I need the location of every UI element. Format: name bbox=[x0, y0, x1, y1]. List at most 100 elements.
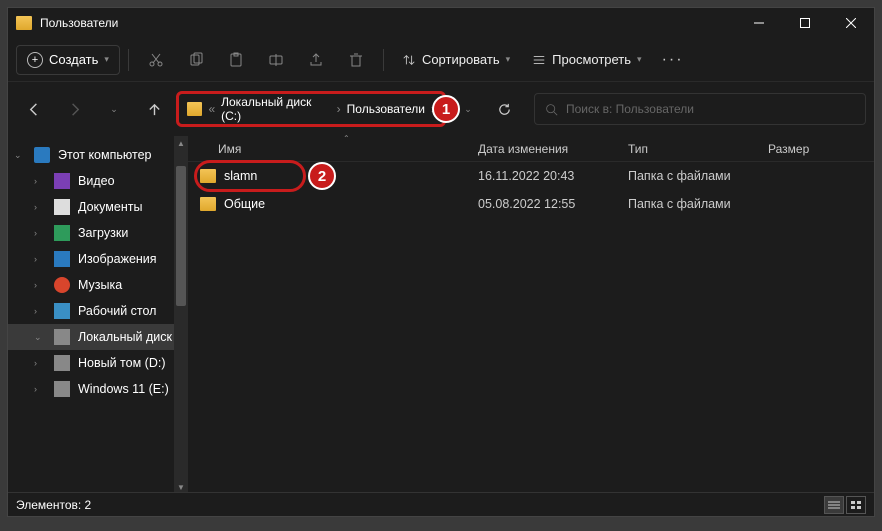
chevron-right-icon: › bbox=[34, 306, 46, 316]
sort-icon bbox=[402, 53, 416, 67]
column-headers[interactable]: ⌃ Имя Дата изменения Тип Размер bbox=[188, 136, 874, 162]
thumbnails-view-button[interactable] bbox=[846, 496, 866, 514]
view-icon bbox=[532, 53, 546, 67]
downloads-icon bbox=[54, 225, 70, 241]
sidebar-item-desktop[interactable]: ›Рабочий стол bbox=[8, 298, 188, 324]
scroll-up-icon[interactable]: ▲ bbox=[174, 136, 188, 150]
annotation-badge-2: 2 bbox=[308, 162, 336, 190]
sidebar-item-downloads[interactable]: › Загрузки bbox=[8, 220, 188, 246]
back-button[interactable] bbox=[16, 91, 52, 127]
column-size[interactable]: Размер bbox=[768, 142, 874, 156]
annotation-badge-1: 1 bbox=[432, 95, 460, 123]
file-type: Папка с файлами bbox=[628, 197, 768, 211]
chevron-down-icon: ⌄ bbox=[34, 332, 46, 343]
sidebar-label: Новый том (D:) bbox=[78, 356, 166, 370]
view-button[interactable]: Просмотреть ▾ bbox=[522, 46, 651, 73]
sort-indicator-icon: ⌃ bbox=[343, 134, 350, 143]
chevron-right-icon: › bbox=[34, 176, 46, 186]
chevron-down-icon: ⌄ bbox=[14, 150, 26, 161]
sidebar-item-localdisk[interactable]: ⌄ Локальный диск bbox=[8, 324, 188, 350]
up-button[interactable] bbox=[136, 91, 172, 127]
column-type[interactable]: Тип bbox=[628, 142, 768, 156]
window-controls bbox=[736, 8, 874, 38]
pictures-icon bbox=[54, 251, 70, 267]
sort-label: Сортировать bbox=[422, 52, 500, 67]
sidebar-label: Windows 11 (E:) bbox=[78, 382, 169, 396]
search-placeholder: Поиск в: Пользователи bbox=[566, 102, 694, 116]
sidebar-root-thispc[interactable]: ⌄ Этот компьютер bbox=[8, 142, 188, 168]
sidebar-label: Загрузки bbox=[78, 226, 128, 240]
search-icon bbox=[545, 103, 558, 116]
file-date: 16.11.2022 20:43 bbox=[478, 169, 628, 183]
desktop-icon bbox=[54, 303, 70, 319]
delete-button[interactable] bbox=[337, 43, 375, 77]
music-icon bbox=[54, 277, 70, 293]
file-row[interactable]: Общие 05.08.2022 12:55 Папка с файлами bbox=[188, 190, 874, 218]
file-row[interactable]: slamn 16.11.2022 20:43 Папка с файлами bbox=[188, 162, 874, 190]
drive-icon bbox=[54, 355, 70, 371]
view-label: Просмотреть bbox=[552, 52, 631, 67]
titlebar: Пользователи bbox=[8, 8, 874, 38]
folder-icon bbox=[200, 197, 216, 211]
share-button[interactable] bbox=[297, 43, 335, 77]
file-date: 05.08.2022 12:55 bbox=[478, 197, 628, 211]
chevron-right-icon: › bbox=[34, 280, 46, 290]
sidebar-label: Локальный диск bbox=[78, 330, 172, 344]
sidebar-label: Документы bbox=[78, 200, 142, 214]
recent-button[interactable]: ⌄ bbox=[96, 91, 132, 127]
close-button[interactable] bbox=[828, 8, 874, 38]
column-name[interactable]: Имя bbox=[218, 142, 478, 156]
chevron-right-icon: › bbox=[337, 102, 341, 116]
chevron-down-icon: ▾ bbox=[506, 54, 511, 65]
status-count: Элементов: 2 bbox=[16, 498, 91, 512]
video-icon bbox=[54, 173, 70, 189]
separator bbox=[128, 49, 129, 71]
file-name: Общие bbox=[224, 197, 265, 211]
paste-button[interactable] bbox=[217, 43, 255, 77]
minimize-button[interactable] bbox=[736, 8, 782, 38]
file-list: ⌃ Имя Дата изменения Тип Размер slamn 16… bbox=[188, 136, 874, 494]
sidebar-scrollbar[interactable]: ▲ ▼ bbox=[174, 136, 188, 494]
sidebar-item-documents[interactable]: ›Документы bbox=[8, 194, 188, 220]
column-date[interactable]: Дата изменения bbox=[478, 142, 628, 156]
toolbar: + Создать ▾ Сортировать ▾ Просмотреть ▾ … bbox=[8, 38, 874, 82]
copy-button[interactable] bbox=[177, 43, 215, 77]
window-title: Пользователи bbox=[40, 16, 118, 30]
forward-button[interactable] bbox=[56, 91, 92, 127]
sidebar-label: Музыка bbox=[78, 278, 122, 292]
view-mode-switch bbox=[824, 496, 866, 514]
create-button[interactable]: + Создать ▾ bbox=[16, 45, 120, 75]
sidebar-label: Этот компьютер bbox=[58, 148, 151, 162]
more-button[interactable]: ··· bbox=[654, 43, 692, 77]
sidebar-item-video[interactable]: ›Видео bbox=[8, 168, 188, 194]
maximize-button[interactable] bbox=[782, 8, 828, 38]
search-input[interactable]: Поиск в: Пользователи bbox=[534, 93, 866, 125]
drive-icon bbox=[54, 381, 70, 397]
chevron-down-icon: ▾ bbox=[637, 54, 642, 65]
plus-icon: + bbox=[27, 52, 43, 68]
breadcrumb-prefix: « bbox=[208, 102, 215, 116]
sidebar-item-pictures[interactable]: ›Изображения bbox=[8, 246, 188, 272]
breadcrumb-part[interactable]: Пользователи bbox=[347, 102, 425, 116]
scroll-thumb[interactable] bbox=[176, 166, 186, 306]
breadcrumb-part[interactable]: Локальный диск (C:) bbox=[221, 95, 331, 123]
rename-button[interactable] bbox=[257, 43, 295, 77]
chevron-down-icon: ▾ bbox=[104, 54, 109, 65]
sidebar: ⌄ Этот компьютер ›Видео ›Документы ›Загр… bbox=[8, 136, 188, 494]
sort-button[interactable]: Сортировать ▾ bbox=[392, 46, 520, 73]
cut-button[interactable] bbox=[137, 43, 175, 77]
drive-icon bbox=[54, 329, 70, 345]
refresh-button[interactable] bbox=[486, 91, 522, 127]
address-bar[interactable]: « Локальный диск (C:) › Пользователи › 1 bbox=[176, 91, 446, 127]
chevron-right-icon: › bbox=[34, 228, 46, 238]
documents-icon bbox=[54, 199, 70, 215]
create-label: Создать bbox=[49, 52, 98, 67]
monitor-icon bbox=[34, 147, 50, 163]
separator bbox=[383, 49, 384, 71]
file-name: slamn bbox=[224, 169, 257, 183]
sidebar-item-music[interactable]: › Музыка bbox=[8, 272, 188, 298]
sidebar-item-newvolume[interactable]: ›Новый том (D:) bbox=[8, 350, 188, 376]
sidebar-item-windows11[interactable]: ›Windows 11 (E:) bbox=[8, 376, 188, 402]
navbar: ⌄ « Локальный диск (C:) › Пользователи ›… bbox=[8, 82, 874, 136]
details-view-button[interactable] bbox=[824, 496, 844, 514]
